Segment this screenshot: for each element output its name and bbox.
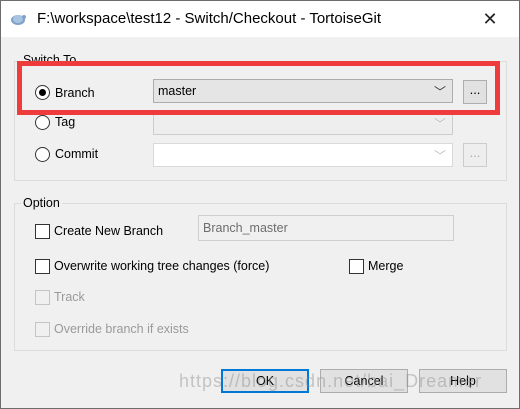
commit-label: Commit <box>55 147 99 161</box>
create-new-branch-checkbox[interactable] <box>35 224 50 239</box>
override-branch-checkbox[interactable] <box>35 322 50 337</box>
track-checkbox[interactable] <box>35 290 50 305</box>
overwrite-label: Overwrite working tree changes (force) <box>54 259 270 273</box>
title-bar[interactable]: F:\workspace\test12 - Switch/Checkout - … <box>1 1 519 37</box>
red-highlight-box <box>17 61 500 115</box>
watermark-text: https://blog.csdn.net/bai_Dreamer <box>179 371 483 391</box>
override-branch-label: Override branch if exists <box>54 322 189 336</box>
commit-browse-button[interactable]: ... <box>463 143 487 167</box>
close-icon[interactable]: ✕ <box>475 7 505 31</box>
merge-label: Merge <box>368 259 404 273</box>
new-branch-name-value: Branch_master <box>203 221 288 235</box>
chevron-down-icon: ﹀ <box>433 117 446 131</box>
chevron-down-icon: ﹀ <box>433 149 446 163</box>
window-title: F:\workspace\test12 - Switch/Checkout - … <box>37 10 382 27</box>
dialog-window: F:\workspace\test12 - Switch/Checkout - … <box>0 0 520 409</box>
track-label: Track <box>54 290 85 304</box>
create-new-branch-label: Create New Branch <box>54 224 164 238</box>
tag-label: Tag <box>55 115 76 129</box>
new-branch-name-field[interactable]: Branch_master <box>198 215 454 241</box>
overwrite-checkbox[interactable] <box>35 259 50 274</box>
option-group-label: Option <box>21 196 62 210</box>
commit-radio[interactable] <box>35 147 50 162</box>
commit-select[interactable]: ﹀ <box>153 143 453 167</box>
tag-radio[interactable] <box>35 115 50 130</box>
merge-checkbox[interactable] <box>349 259 364 274</box>
tortoisegit-app-icon <box>9 10 27 28</box>
